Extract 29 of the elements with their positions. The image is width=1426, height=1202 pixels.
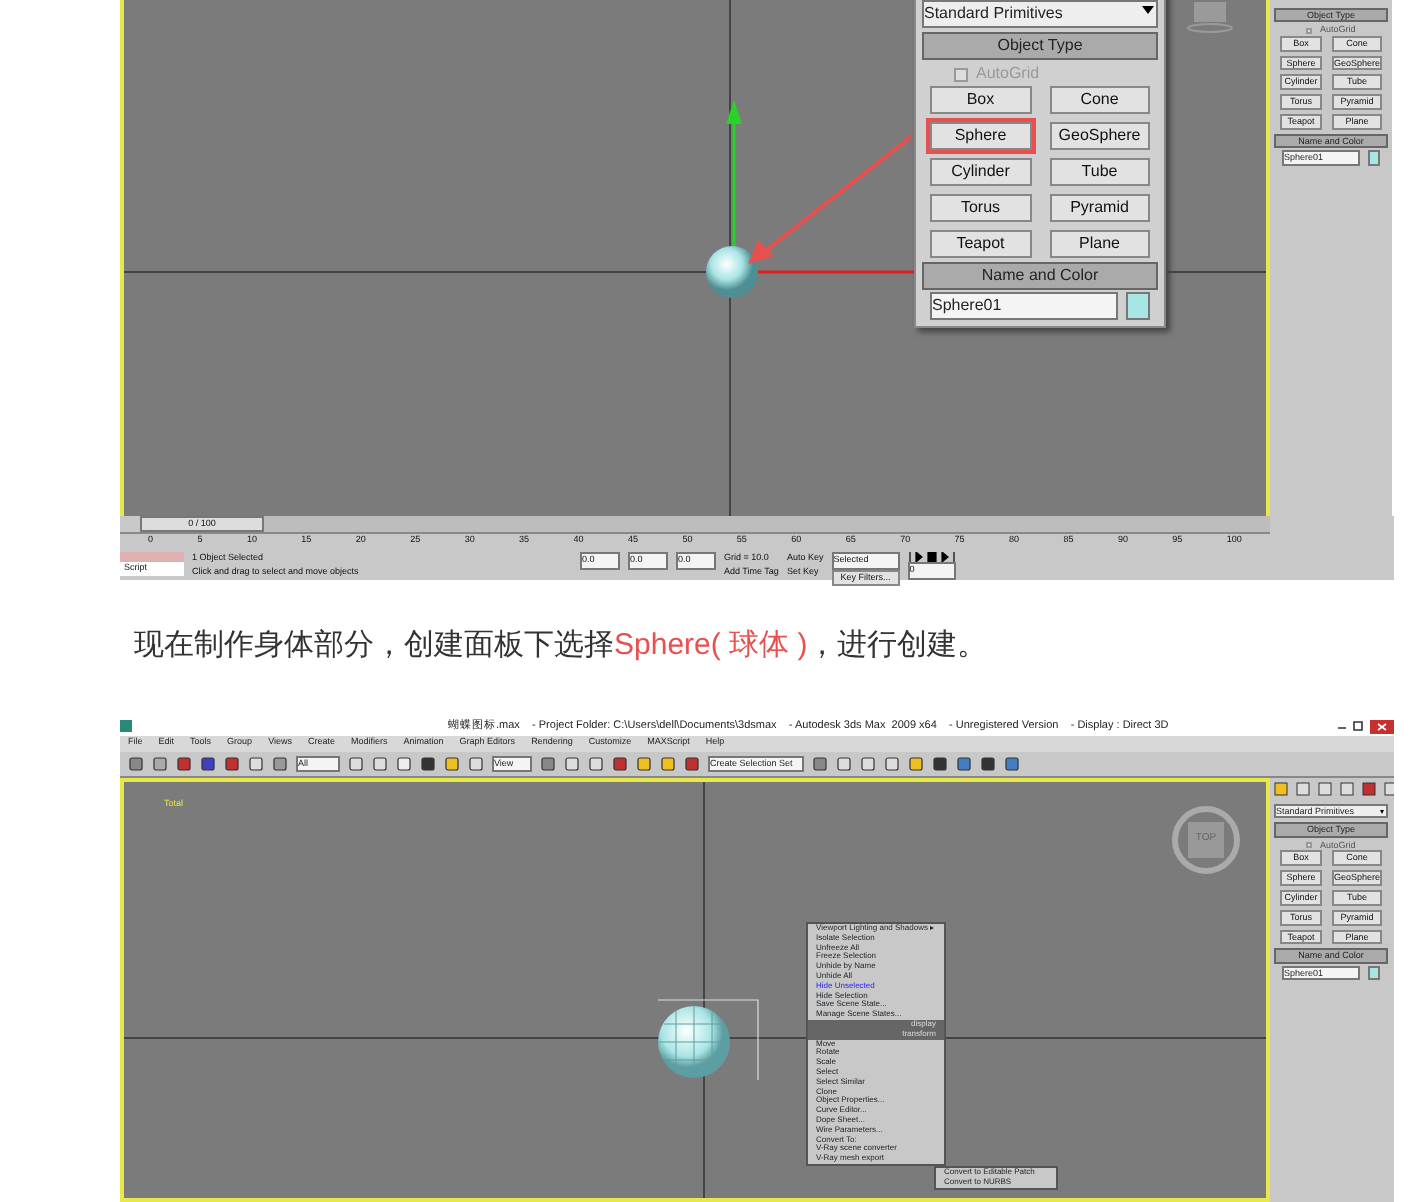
wireframe-sphere bbox=[656, 998, 760, 1082]
rollout-header[interactable]: Name and Color bbox=[922, 262, 1158, 290]
checkbox[interactable] bbox=[1306, 27, 1312, 34]
primitive-button[interactable]: Plane bbox=[1049, 230, 1150, 258]
primitive-button[interactable]: Sphere bbox=[930, 122, 1031, 150]
caret-icon bbox=[1378, 806, 1386, 814]
checkbox[interactable] bbox=[954, 67, 968, 81]
dropdown[interactable]: Standard Primitives bbox=[922, 0, 1158, 28]
app-icon bbox=[120, 720, 132, 732]
caption-text: 现在制作身体部分，创建面板下选择Sphere( 球体 )，进行创建。 bbox=[134, 626, 990, 666]
caret-icon bbox=[1140, 2, 1156, 18]
sphere bbox=[704, 244, 760, 300]
primitive-button[interactable]: Box bbox=[930, 86, 1031, 114]
primitive-button[interactable]: Tube bbox=[1049, 158, 1150, 186]
primitive-button[interactable]: Torus bbox=[930, 194, 1031, 222]
color-swatch[interactable] bbox=[1368, 150, 1380, 166]
color-swatch[interactable] bbox=[1368, 965, 1380, 981]
playback-icon[interactable] bbox=[907, 552, 956, 562]
primitive-button[interactable]: Cylinder bbox=[930, 158, 1031, 186]
dropdown-text: Standard Primitives bbox=[924, 2, 1063, 26]
window-controls[interactable] bbox=[1334, 719, 1394, 733]
name-field[interactable]: Sphere01 bbox=[930, 292, 1118, 320]
primitive-button[interactable]: Pyramid bbox=[1049, 194, 1150, 222]
checkbox[interactable] bbox=[1306, 841, 1312, 848]
primitive-button[interactable]: GeoSphere bbox=[1049, 122, 1150, 150]
primitive-button[interactable]: Cone bbox=[1049, 86, 1150, 114]
primitive-button[interactable]: Teapot bbox=[930, 230, 1031, 258]
rollout-header[interactable]: Object Type bbox=[922, 32, 1158, 60]
color-swatch[interactable] bbox=[1126, 292, 1150, 320]
